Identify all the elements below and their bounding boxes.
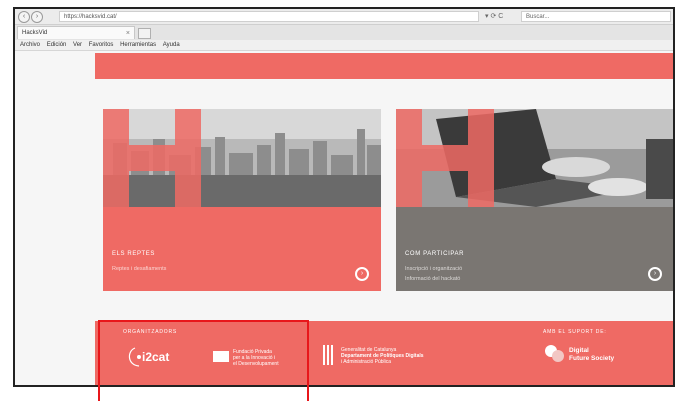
card-challenges[interactable]: ELS REPTES Reptes i desafiaments › (103, 109, 381, 291)
browser-tab[interactable]: HacksVid × (17, 26, 135, 39)
card-body: ELS REPTES Reptes i desafiaments › (103, 207, 381, 291)
menu-file[interactable]: Archivo (20, 42, 40, 48)
card-body: COM PARTICIPAR Inscripció i organització… (396, 207, 673, 291)
dfs-circles-icon (545, 345, 564, 362)
browser-search-input[interactable]: Buscar... (521, 11, 671, 22)
tab-strip: HacksVid × (15, 25, 673, 40)
new-tab-button[interactable] (138, 28, 151, 39)
address-bar-row: ‹ › https://hacksvid.cat/ ▾ ⟳ C Buscar..… (15, 9, 673, 25)
tab-title: HacksVid (22, 30, 48, 36)
address-icons[interactable]: ▾ ⟳ C (485, 11, 503, 22)
menu-edit[interactable]: Edición (47, 42, 67, 48)
support-label: AMB EL SUPORT DE: (543, 329, 607, 335)
arrow-circle-icon[interactable]: › (648, 267, 662, 281)
back-button[interactable]: ‹ (18, 11, 30, 23)
card-subtitle: Inscripció i organització Informació del… (405, 266, 463, 282)
laptop-image (396, 109, 673, 207)
card-title: COM PARTICIPAR (405, 251, 465, 257)
menu-favorites[interactable]: Favoritos (89, 42, 114, 48)
card-participate[interactable]: COM PARTICIPAR Inscripció i organització… (396, 109, 673, 291)
card-subtitle: Reptes i desafiaments (112, 266, 167, 272)
menu-tools[interactable]: Herramientas (120, 42, 156, 48)
url-input[interactable]: https://hacksvid.cat/ (59, 11, 479, 22)
close-icon[interactable]: × (126, 27, 130, 40)
forward-button[interactable]: › (31, 11, 43, 23)
generalitat-stripes-icon (323, 345, 333, 365)
generalitat-logo[interactable]: Generalitat de Catalunya Departament de … (323, 345, 463, 367)
menu-help[interactable]: Ayuda (163, 42, 180, 48)
highlight-box (98, 320, 309, 401)
menu-view[interactable]: Ver (73, 42, 82, 48)
header-banner (95, 53, 673, 79)
arrow-circle-icon[interactable]: › (355, 267, 369, 281)
card-title: ELS REPTES (112, 251, 156, 257)
city-image (103, 109, 381, 207)
digital-future-society-logo[interactable]: Digital Future Society (543, 343, 643, 369)
menu-bar: Archivo Edición Ver Favoritos Herramient… (15, 40, 673, 51)
